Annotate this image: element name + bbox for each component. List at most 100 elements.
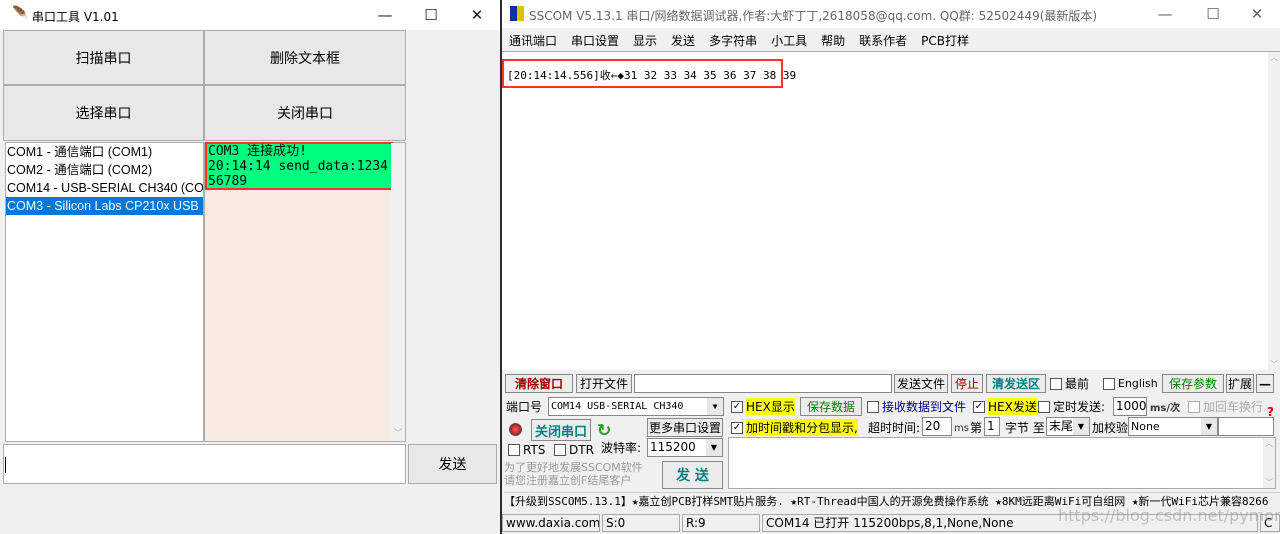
chevron-down-icon: ▼ xyxy=(707,398,723,415)
log-scrollbar[interactable]: ﹀ xyxy=(391,143,405,441)
baud-select[interactable]: 115200 ▼ xyxy=(647,438,723,457)
add-crlf-checkbox[interactable]: 加回车换行 xyxy=(1188,397,1263,416)
dtr-checkbox[interactable]: DTR xyxy=(554,440,594,459)
send-input[interactable] xyxy=(3,444,406,484)
port-select[interactable]: COM14 USB-SERIAL CH340 ▼ xyxy=(548,397,724,416)
byte-prefix: 第 xyxy=(970,421,983,435)
timestamp-checkbox[interactable]: ✓ 加时间戳和分包显示, xyxy=(731,418,858,437)
close-button[interactable]: ✕ xyxy=(1234,0,1280,29)
menu-bar: 通讯端口 串口设置 显示 发送 多字符串 小工具 帮助 联系作者 PCB打样 xyxy=(509,32,983,49)
interval-input[interactable]: 1000 xyxy=(1113,397,1147,416)
checksum-label: 加校验 xyxy=(1092,421,1129,435)
clear-send-button[interactable]: 清发送区 xyxy=(986,374,1046,393)
serial-tool-window: 🪶 串口工具 V1.01 — ☐ ✕ 扫描串口 删除文本框 选择串口 关闭串口 … xyxy=(0,0,500,534)
recv-to-file-checkbox[interactable]: 接收数据到文件 xyxy=(867,397,966,416)
log-line: 20:14:14 send_data:1234 xyxy=(208,159,389,174)
save-data-button[interactable]: 保存数据 xyxy=(800,397,862,416)
close-port-button[interactable]: 关闭串口 xyxy=(204,85,406,141)
expand-button[interactable]: 扩展 xyxy=(1226,374,1254,393)
port-list-item[interactable]: COM14 - USB-SERIAL CH340 (COM14) xyxy=(6,179,203,197)
receive-area[interactable]: [20:14:14.556]收←◆31 32 33 34 35 36 37 38… xyxy=(502,51,1280,370)
byte-index-input[interactable]: 1 xyxy=(984,417,1000,436)
send-button[interactable]: 发送 xyxy=(408,444,497,484)
scan-ports-button[interactable]: 扫描串口 xyxy=(3,30,204,85)
file-path-input[interactable] xyxy=(634,374,892,393)
byte-end-value: 末尾 xyxy=(1049,419,1074,433)
window-title: SSCOM V5.13.1 串口/网络数据调试器,作者:大虾丁丁,2618058… xyxy=(529,9,1098,23)
add-crlf-label: 加回车换行 xyxy=(1203,400,1264,414)
baud-value: 115200 xyxy=(650,440,696,454)
checksum-result xyxy=(1218,417,1274,436)
topmost-checkbox[interactable]: 最前 xyxy=(1050,374,1089,393)
checksum-select[interactable]: None ▼ xyxy=(1128,417,1218,436)
timestamp-label: 加时间戳和分包显示, xyxy=(746,419,858,436)
hex-send-checkbox[interactable]: ✓ HEX发送 xyxy=(973,397,1037,416)
timeout-input[interactable]: 20 xyxy=(922,417,952,436)
port-list[interactable]: COM1 - 通信端口 (COM1) COM2 - 通信端口 (COM2) CO… xyxy=(5,142,204,442)
port-list-item[interactable]: COM1 - 通信端口 (COM1) xyxy=(6,143,203,161)
clear-window-button[interactable]: 清除窗口 xyxy=(505,374,573,393)
sscom-window: SSCOM V5.13.1 串口/网络数据调试器,作者:大虾丁丁,2618058… xyxy=(502,0,1280,534)
byte-suffix: 字节 至 xyxy=(1005,421,1045,435)
menu-display[interactable]: 显示 xyxy=(633,34,657,48)
hex-display-checkbox[interactable]: ✓ HEX显示 xyxy=(731,397,795,416)
chevron-down-icon: ▼ xyxy=(706,439,722,456)
stop-button[interactable]: 停止 xyxy=(951,374,983,393)
feather-icon: 🪶 xyxy=(12,6,29,21)
send-scrollbar[interactable]: ︿ ﹀ xyxy=(1263,438,1275,488)
more-port-settings-button[interactable]: 更多串口设置 xyxy=(647,418,723,437)
close-port-button[interactable]: 关闭串口 xyxy=(531,419,591,441)
checksum-value: None xyxy=(1131,420,1160,433)
menu-port-settings[interactable]: 串口设置 xyxy=(571,34,619,48)
hex-send-label: HEX发送 xyxy=(988,398,1037,415)
port-list-item-selected[interactable]: COM3 - Silicon Labs CP210x USB xyxy=(6,197,203,215)
menu-help[interactable]: 帮助 xyxy=(821,34,845,48)
port-select-value: COM14 USB-SERIAL CH340 xyxy=(551,401,684,412)
select-port-button[interactable]: 选择串口 xyxy=(3,85,204,141)
maximize-button[interactable]: ☐ xyxy=(1190,0,1236,29)
collapse-button[interactable]: — xyxy=(1256,374,1274,393)
status-site[interactable]: www.daxia.com xyxy=(502,514,600,532)
maximize-button[interactable]: ☐ xyxy=(408,0,454,30)
log-line: 56789 xyxy=(208,174,248,189)
timeout-label: 超时时间: xyxy=(868,421,921,435)
menu-send[interactable]: 发送 xyxy=(671,34,695,48)
delete-text-button[interactable]: 删除文本框 xyxy=(204,30,406,85)
dtr-label: DTR xyxy=(569,442,594,457)
send-file-button[interactable]: 发送文件 xyxy=(894,374,948,393)
timed-send-label: 定时发送: xyxy=(1053,400,1106,414)
menu-contact[interactable]: 联系作者 xyxy=(859,34,907,48)
menu-pcb[interactable]: PCB打样 xyxy=(921,34,969,48)
hex-display-label: HEX显示 xyxy=(746,398,795,415)
rts-checkbox[interactable]: RTS xyxy=(508,440,545,459)
title-bar: 🪶 串口工具 V1.01 — ☐ ✕ xyxy=(0,0,500,30)
minimize-button[interactable]: — xyxy=(362,0,408,30)
promo-text: 为了更好地发展SSCOM软件 请您注册嘉立创F结尾客户 xyxy=(504,461,643,487)
status-received: R:9 xyxy=(682,514,760,532)
promo-line: 请您注册嘉立创F结尾客户 xyxy=(504,474,632,487)
log-line: COM3 连接成功! xyxy=(208,144,307,159)
baud-label: 波特率: xyxy=(601,441,642,455)
minimize-button[interactable]: — xyxy=(1142,0,1188,29)
open-file-button[interactable]: 打开文件 xyxy=(576,374,632,393)
timed-send-checkbox[interactable]: 定时发送: xyxy=(1038,397,1105,416)
receive-scrollbar[interactable]: ︿ ﹀ xyxy=(1268,52,1280,370)
send-text-area[interactable]: ︿ ﹀ xyxy=(728,437,1276,489)
save-params-button[interactable]: 保存参数 xyxy=(1162,374,1224,393)
send-button[interactable]: 发 送 xyxy=(662,461,723,489)
menu-multi-string[interactable]: 多字符串 xyxy=(709,34,757,48)
menu-comm-port[interactable]: 通讯端口 xyxy=(509,34,557,48)
byte-end-select[interactable]: 末尾 ▼ xyxy=(1046,417,1090,436)
watermark: https://blog.csdn.net/pymonster xyxy=(1058,506,1280,525)
window-title: 串口工具 V1.01 xyxy=(32,10,119,24)
rts-label: RTS xyxy=(523,442,546,457)
port-list-item[interactable]: COM2 - 通信端口 (COM2) xyxy=(6,161,203,179)
menu-tools[interactable]: 小工具 xyxy=(771,34,807,48)
promo-line: 为了更好地发展SSCOM软件 xyxy=(504,461,643,474)
receive-text: [20:14:14.556]收←◆31 32 33 34 35 36 37 38… xyxy=(502,59,796,88)
close-button[interactable]: ✕ xyxy=(454,0,500,30)
title-bar: SSCOM V5.13.1 串口/网络数据调试器,作者:大虾丁丁,2618058… xyxy=(502,0,1280,28)
english-checkbox[interactable]: English xyxy=(1103,374,1158,393)
app-icon xyxy=(510,6,524,21)
log-area[interactable]: COM3 连接成功! 20:14:14 send_data:1234 56789… xyxy=(204,142,406,442)
